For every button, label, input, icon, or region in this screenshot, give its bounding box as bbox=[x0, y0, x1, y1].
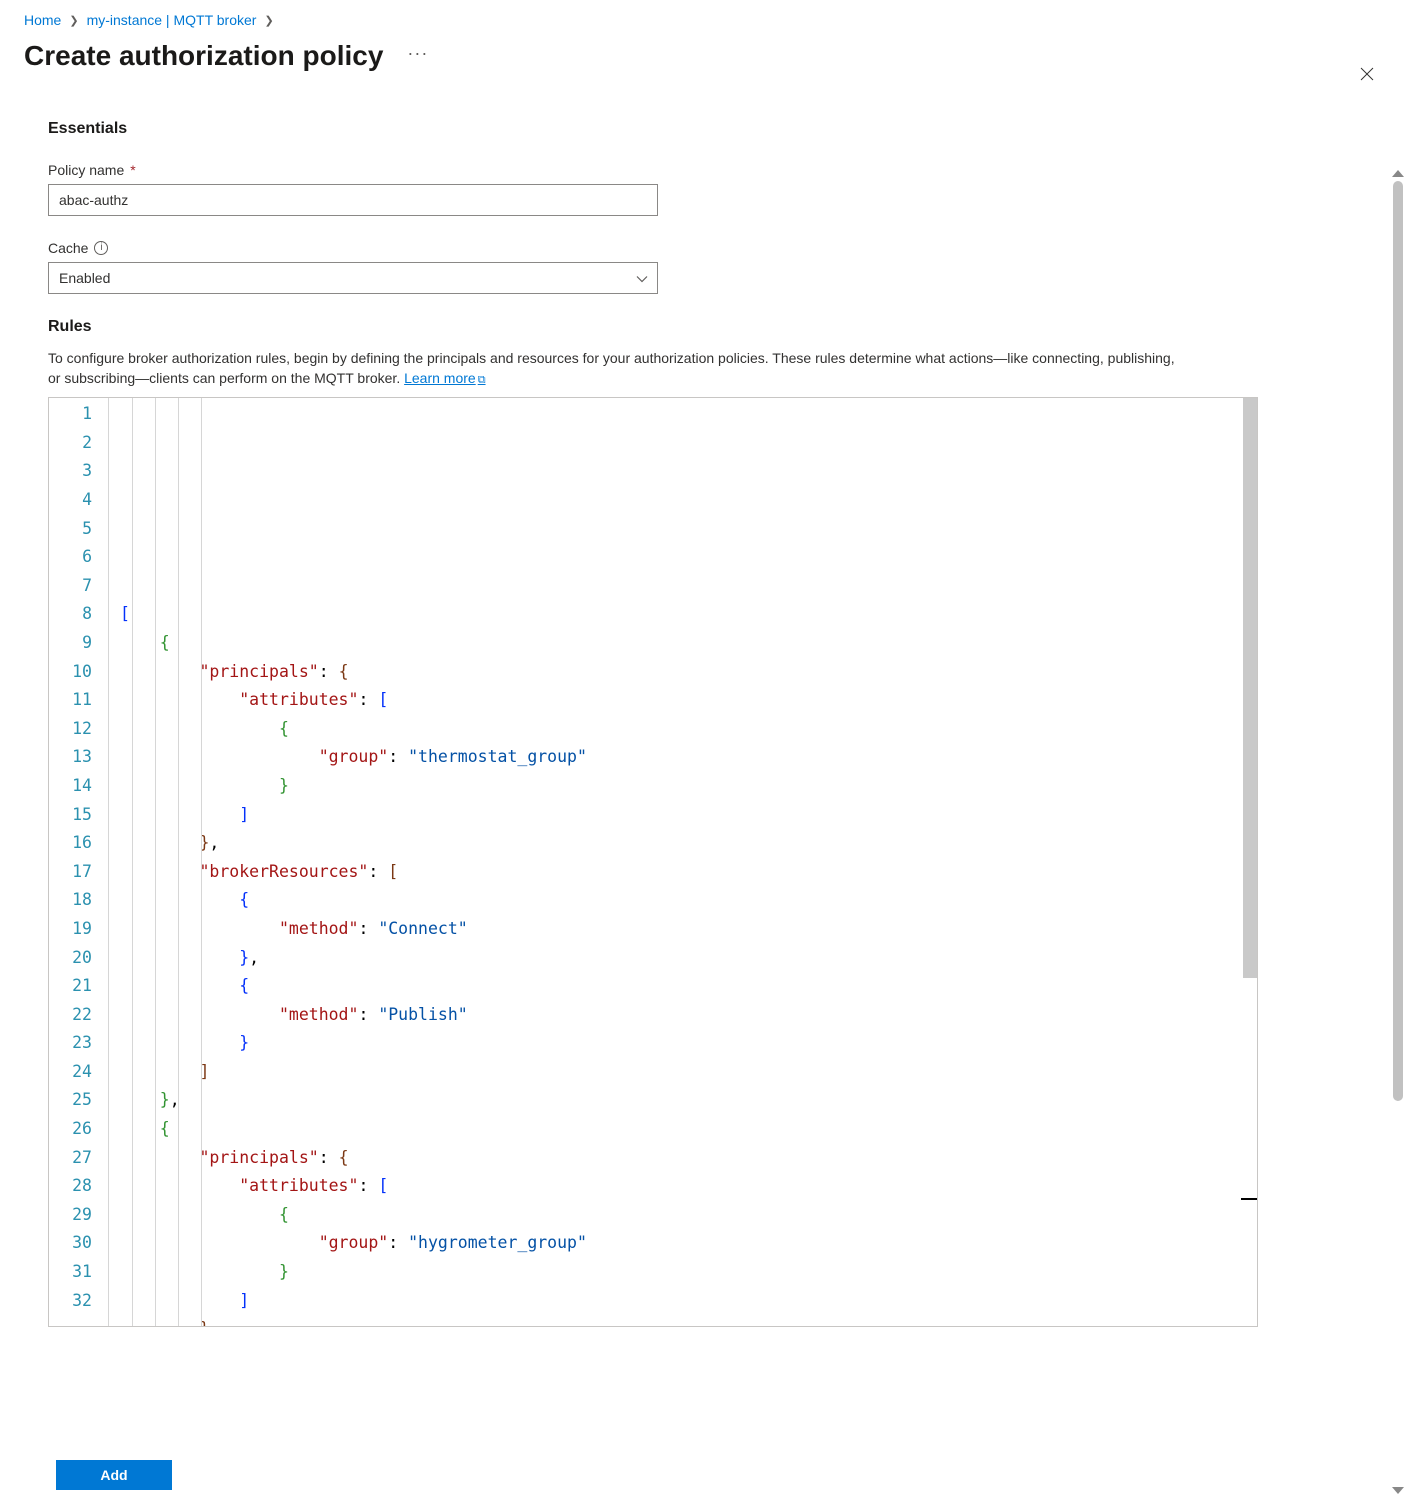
breadcrumb-instance[interactable]: my-instance | MQTT broker bbox=[87, 12, 257, 28]
learn-more-link[interactable]: Learn more⧉ bbox=[404, 370, 485, 386]
cache-select[interactable]: Enabled bbox=[48, 262, 658, 294]
close-icon bbox=[1360, 67, 1374, 81]
editor-scrollbar-thumb[interactable] bbox=[1243, 398, 1257, 978]
breadcrumb: Home ❯ my-instance | MQTT broker ❯ bbox=[0, 0, 1407, 36]
cache-field: Cache i Enabled bbox=[48, 240, 1359, 294]
rules-heading: Rules bbox=[48, 318, 1359, 336]
page-title: Create authorization policy bbox=[24, 40, 383, 72]
cache-label: Cache bbox=[48, 240, 88, 256]
editor-scroll-mark bbox=[1241, 1198, 1257, 1200]
policy-name-label: Policy name bbox=[48, 162, 124, 178]
editor-scrollbar[interactable] bbox=[1241, 398, 1257, 1326]
editor-gutter: 1234567891011121314151617181920212223242… bbox=[49, 398, 104, 1326]
scrollbar-thumb[interactable] bbox=[1393, 181, 1403, 1101]
essentials-heading: Essentials bbox=[48, 120, 1359, 138]
scroll-down-arrow-icon[interactable] bbox=[1392, 1487, 1404, 1494]
content-area: Essentials Policy name * Cache i Enabled… bbox=[0, 96, 1407, 1327]
external-link-icon: ⧉ bbox=[478, 374, 486, 386]
editor-code[interactable]: [ { "principals": { "attributes": [ { "g… bbox=[104, 398, 587, 1326]
close-button[interactable] bbox=[1351, 58, 1383, 90]
page-scrollbar[interactable] bbox=[1389, 168, 1407, 1496]
page-header: Create authorization policy ··· bbox=[0, 36, 1407, 96]
chevron-right-icon: ❯ bbox=[69, 14, 78, 27]
required-indicator: * bbox=[130, 162, 135, 178]
scroll-up-arrow-icon[interactable] bbox=[1392, 170, 1404, 177]
info-icon[interactable]: i bbox=[94, 241, 108, 255]
rules-description: To configure broker authorization rules,… bbox=[48, 348, 1178, 389]
policy-name-field: Policy name * bbox=[48, 162, 1359, 216]
more-menu-button[interactable]: ··· bbox=[407, 43, 428, 70]
chevron-right-icon: ❯ bbox=[264, 14, 273, 27]
rules-editor[interactable]: 1234567891011121314151617181920212223242… bbox=[48, 397, 1258, 1327]
add-button[interactable]: Add bbox=[56, 1460, 172, 1490]
cache-value: Enabled bbox=[59, 270, 110, 286]
policy-name-input[interactable] bbox=[48, 184, 658, 216]
breadcrumb-home[interactable]: Home bbox=[24, 12, 61, 28]
scrollbar-track[interactable] bbox=[1393, 181, 1403, 1483]
